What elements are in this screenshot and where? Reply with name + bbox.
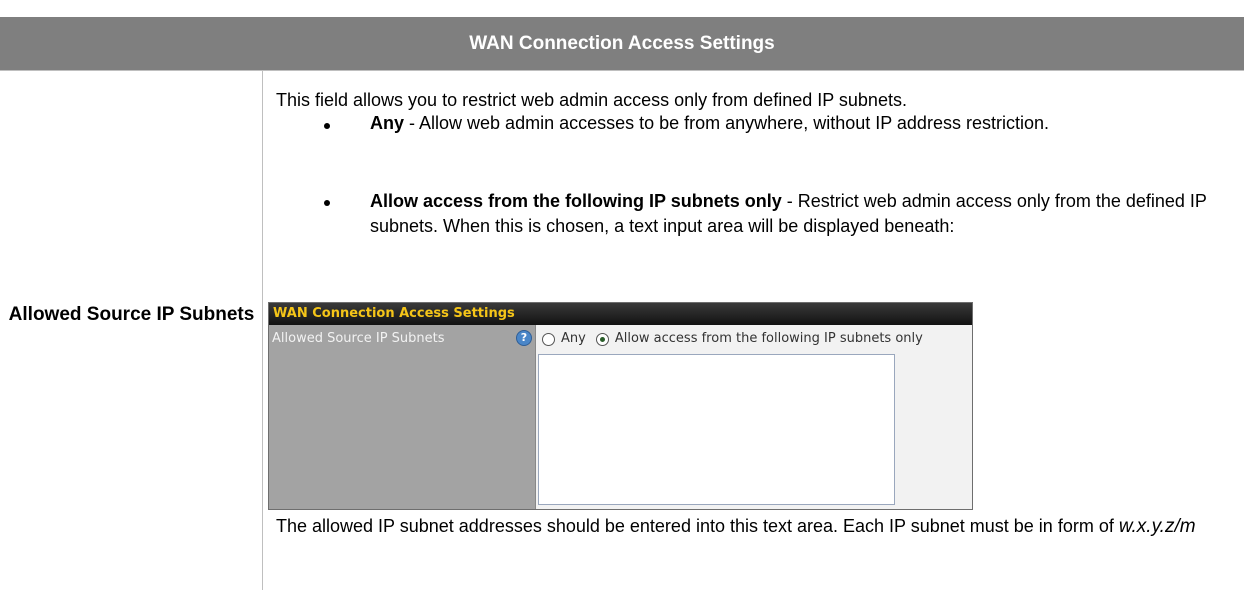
section-title: WAN Connection Access Settings [0,17,1244,70]
option-name: Any [370,113,405,133]
after-text: The allowed IP subnet addresses should b… [276,514,1236,539]
panel-body: Allowed Source IP Subnets ? Any Allow ac… [269,325,972,509]
panel-label-cell: Allowed Source IP Subnets ? [269,325,536,509]
option-name: Allow access from the following IP subne… [370,191,782,211]
subnet-format: w.x.y.z/m [1118,516,1196,537]
subnet-textarea[interactable] [538,354,895,505]
embedded-settings-screenshot: WAN Connection Access Settings Allowed S… [268,302,973,510]
panel-value-cell: Any Allow access from the following IP s… [536,325,972,509]
option-allow-description: Allow access from the following IP subne… [370,189,1230,239]
document-page: WAN Connection Access Settings Allowed S… [0,0,1244,590]
radio-allow-subnets-label[interactable]: Allow access from the following IP subne… [615,331,923,347]
question-mark-icon[interactable]: ? [516,330,532,346]
field-label: Allowed Source IP Subnets [8,304,255,325]
radio-group: Any Allow access from the following IP s… [542,331,933,347]
intro-text: This field allows you to restrict web ad… [276,90,907,110]
radio-any-label[interactable]: Any [561,331,586,347]
option-any-description: Any - Allow web admin accesses to be fro… [370,111,1230,136]
panel-header: WAN Connection Access Settings [269,303,972,325]
bullet-icon [321,197,333,209]
panel-field-label: Allowed Source IP Subnets [272,331,445,346]
settings-row: Allowed Source IP Subnets This field all… [0,70,1244,590]
label-column: Allowed Source IP Subnets [0,70,263,590]
description-column: This field allows you to restrict web ad… [263,70,1244,590]
option-desc: - Allow web admin accesses to be from an… [404,113,1049,133]
radio-allow-subnets[interactable] [595,332,609,346]
bullet-icon [321,120,333,132]
after-text-body: The allowed IP subnet addresses should b… [276,516,1119,536]
radio-any[interactable] [542,332,555,346]
